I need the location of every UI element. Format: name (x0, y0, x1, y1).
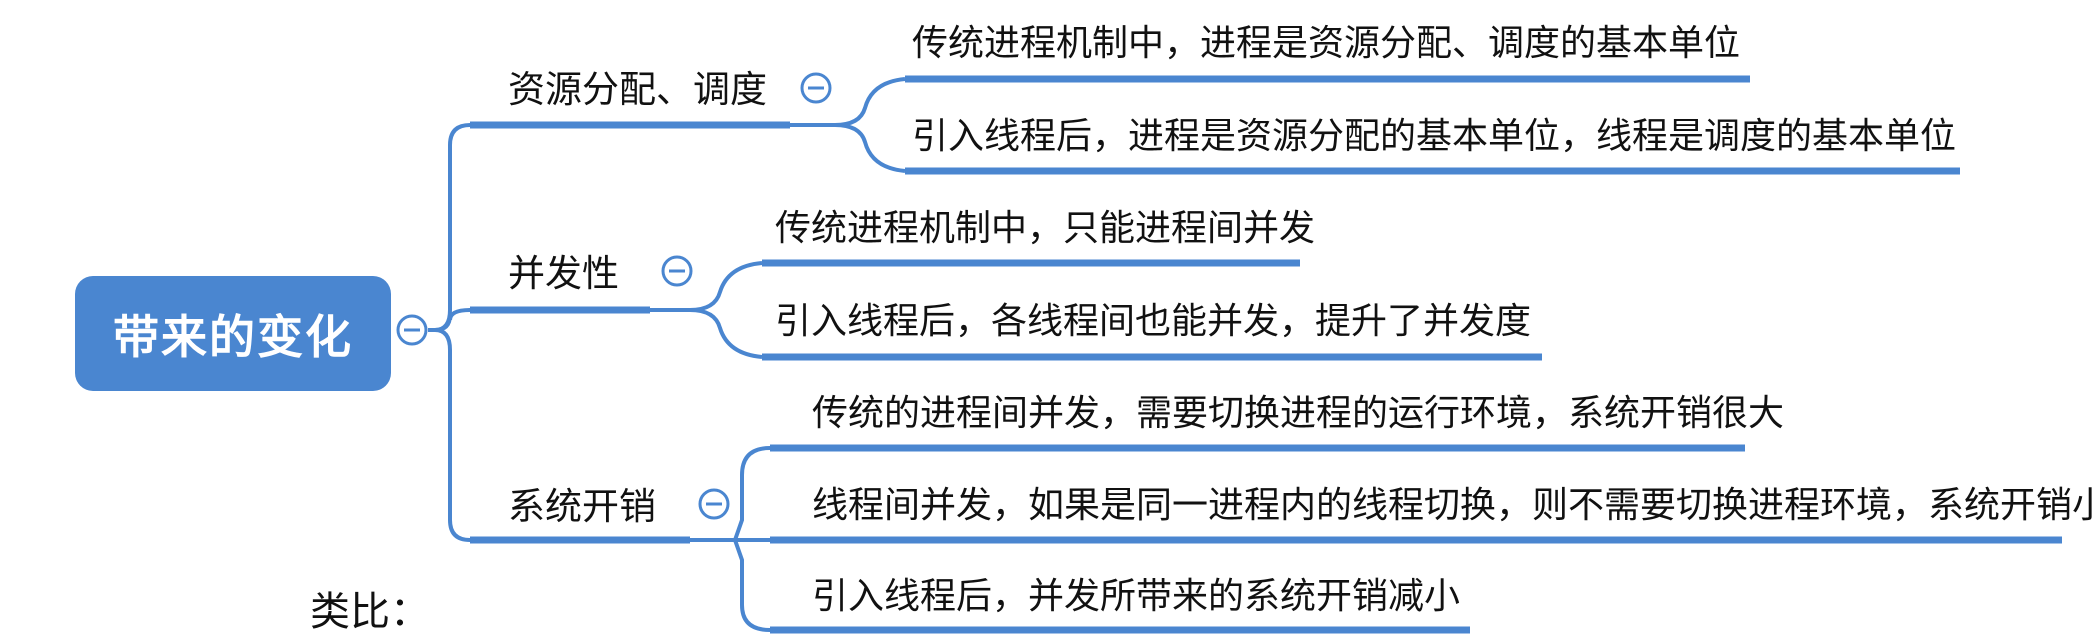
leaf-node[interactable]: 传统的进程间并发，需要切换进程的运行环境，系统开销很大 (812, 392, 1784, 436)
connector-branch-1 (428, 123, 480, 332)
branch-label-system-overhead[interactable]: 系统开销 (508, 485, 656, 529)
leaf-node[interactable]: 线程间并发，如果是同一进程内的线程切换，则不需要切换进程环境，系统开销小 (812, 484, 2097, 528)
branch-3-connectors (690, 446, 771, 632)
branch-label-concurrency[interactable]: 并发性 (508, 252, 619, 296)
branch-3-collapse-toggle[interactable] (698, 488, 730, 520)
leaf-node[interactable]: 引入线程后，进程是资源分配的基本单位，线程是调度的基本单位 (912, 115, 1956, 159)
leaf-node[interactable]: 传统进程机制中，进程是资源分配、调度的基本单位 (912, 22, 1740, 66)
branch-1-collapse-toggle[interactable] (800, 72, 832, 104)
footer-analogy-label: 类比： (310, 589, 430, 635)
branch-2-collapse-toggle[interactable] (661, 255, 693, 287)
connector-branch-3 (428, 328, 480, 542)
root-node-label: 带来的变化 (113, 309, 353, 364)
root-collapse-toggle[interactable] (396, 314, 428, 346)
leaf-node[interactable]: 传统进程机制中，只能进程间并发 (775, 207, 1315, 251)
branch-label-resource-scheduling[interactable]: 资源分配、调度 (508, 68, 767, 112)
trunk-connectors (428, 123, 480, 542)
leaf-node[interactable]: 引入线程后，并发所带来的系统开销减小 (812, 575, 1460, 619)
leaf-node[interactable]: 引入线程后，各线程间也能并发，提升了并发度 (775, 300, 1531, 344)
